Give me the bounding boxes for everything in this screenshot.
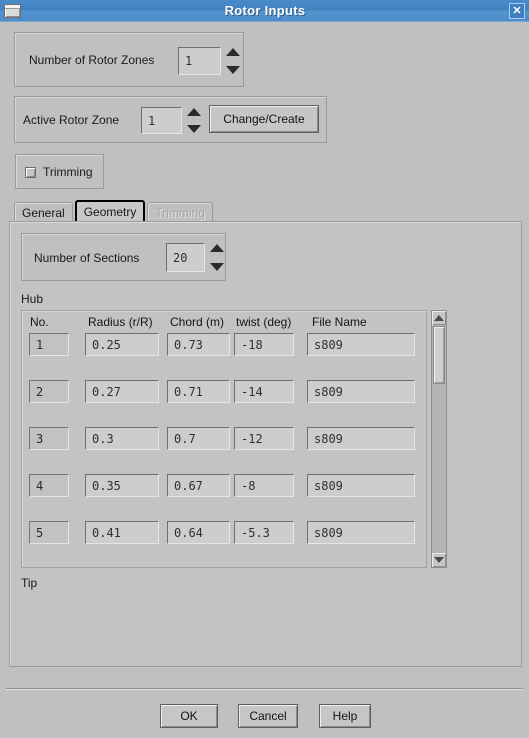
cell-file[interactable]: s809 — [307, 380, 415, 403]
rotor-zones-input[interactable]: 1 — [178, 47, 221, 75]
ok-button[interactable]: OK — [160, 704, 218, 728]
rotor-zones-label: Number of Rotor Zones — [29, 53, 155, 67]
hub-label: Hub — [21, 292, 44, 306]
cell-radius[interactable]: 0.27 — [85, 380, 159, 403]
stepper-down-icon[interactable] — [187, 125, 201, 133]
scrollbar-thumb[interactable] — [433, 326, 445, 384]
window-title: Rotor Inputs — [224, 3, 306, 18]
stepper-up-icon[interactable] — [187, 108, 201, 116]
sections-group: Number of Sections 20 — [21, 233, 226, 281]
cell-no: 2 — [29, 380, 69, 403]
geometry-tab-panel: Number of Sections 20 Hub No. Radius (r/… — [9, 221, 522, 667]
table-row: 4 0.35 0.67 -8 s809 — [22, 474, 426, 497]
cell-radius[interactable]: 0.41 — [85, 521, 159, 544]
footer-separator — [6, 688, 523, 690]
cell-chord[interactable]: 0.71 — [167, 380, 230, 403]
column-header-twist: twist (deg) — [236, 315, 292, 329]
tab-geometry-label: Geometry — [83, 205, 137, 219]
sections-stepper[interactable] — [210, 244, 224, 271]
cell-file[interactable]: s809 — [307, 474, 415, 497]
column-header-radius: Radius (r/R) — [88, 315, 153, 329]
active-zone-label: Active Rotor Zone — [23, 113, 120, 127]
column-header-file: File Name — [312, 315, 367, 329]
rotor-zones-stepper[interactable] — [226, 48, 240, 74]
close-icon[interactable]: ✕ — [509, 2, 525, 19]
tab-trimming-label: Trimming — [155, 205, 205, 220]
cell-file[interactable]: s809 — [307, 521, 415, 544]
column-header-no: No. — [30, 315, 49, 329]
cell-no: 1 — [29, 333, 69, 356]
tab-geometry[interactable]: Geometry — [74, 200, 146, 222]
table-header-row: No. Radius (r/R) Chord (m) twist (deg) F… — [22, 311, 426, 333]
table-row: 5 0.41 0.64 -5.3 s809 — [22, 521, 426, 544]
rotor-inputs-dialog: Rotor Inputs ✕ Number of Rotor Zones 1 A… — [0, 0, 529, 738]
stepper-up-icon[interactable] — [226, 48, 240, 56]
tab-strip: General Geometry Trimming — [14, 200, 215, 222]
cell-chord[interactable]: 0.67 — [167, 474, 230, 497]
cell-radius[interactable]: 0.35 — [85, 474, 159, 497]
cell-no: 4 — [29, 474, 69, 497]
trimming-checkbox-group: Trimming — [15, 154, 104, 189]
column-header-chord: Chord (m) — [170, 315, 225, 329]
change-create-button[interactable]: Change/Create — [209, 105, 319, 133]
scroll-up-icon[interactable] — [432, 311, 446, 325]
cell-twist[interactable]: -8 — [234, 474, 294, 497]
rotor-zones-group: Number of Rotor Zones 1 — [14, 32, 244, 87]
cell-radius[interactable]: 0.3 — [85, 427, 159, 450]
tip-label: Tip — [21, 576, 38, 590]
cell-radius[interactable]: 0.25 — [85, 333, 159, 356]
sections-label: Number of Sections — [34, 251, 140, 265]
table-scrollbar[interactable] — [431, 310, 447, 568]
tab-general[interactable]: General — [14, 202, 73, 222]
cell-twist[interactable]: -14 — [234, 380, 294, 403]
tab-trimming: Trimming — [147, 202, 213, 222]
cell-twist[interactable]: -18 — [234, 333, 294, 356]
active-zone-input[interactable]: 1 — [141, 107, 182, 134]
stepper-up-icon[interactable] — [210, 244, 224, 252]
cell-chord[interactable]: 0.64 — [167, 521, 230, 544]
sections-input[interactable]: 20 — [166, 243, 205, 272]
cell-no: 5 — [29, 521, 69, 544]
table-row: 2 0.27 0.71 -14 s809 — [22, 380, 426, 403]
active-zone-stepper[interactable] — [187, 108, 201, 133]
cell-file[interactable]: s809 — [307, 427, 415, 450]
trimming-checkbox-label: Trimming — [43, 165, 93, 179]
table-row: 3 0.3 0.7 -12 s809 — [22, 427, 426, 450]
scroll-down-icon[interactable] — [432, 553, 446, 567]
cell-twist[interactable]: -5.3 — [234, 521, 294, 544]
table-row: 1 0.25 0.73 -18 s809 — [22, 333, 426, 356]
cell-file[interactable]: s809 — [307, 333, 415, 356]
cell-chord[interactable]: 0.73 — [167, 333, 230, 356]
stepper-down-icon[interactable] — [226, 66, 240, 74]
stepper-down-icon[interactable] — [210, 263, 224, 271]
cell-no: 3 — [29, 427, 69, 450]
title-bar: Rotor Inputs ✕ — [0, 0, 529, 22]
cell-twist[interactable]: -12 — [234, 427, 294, 450]
trimming-checkbox[interactable] — [25, 166, 36, 178]
help-button[interactable]: Help — [319, 704, 371, 728]
cancel-button[interactable]: Cancel — [238, 704, 298, 728]
tab-general-label: General — [22, 205, 65, 220]
sections-table: No. Radius (r/R) Chord (m) twist (deg) F… — [21, 310, 427, 568]
window-restore-icon[interactable] — [4, 3, 21, 18]
cell-chord[interactable]: 0.7 — [167, 427, 230, 450]
active-zone-group: Active Rotor Zone 1 Change/Create — [14, 96, 327, 143]
